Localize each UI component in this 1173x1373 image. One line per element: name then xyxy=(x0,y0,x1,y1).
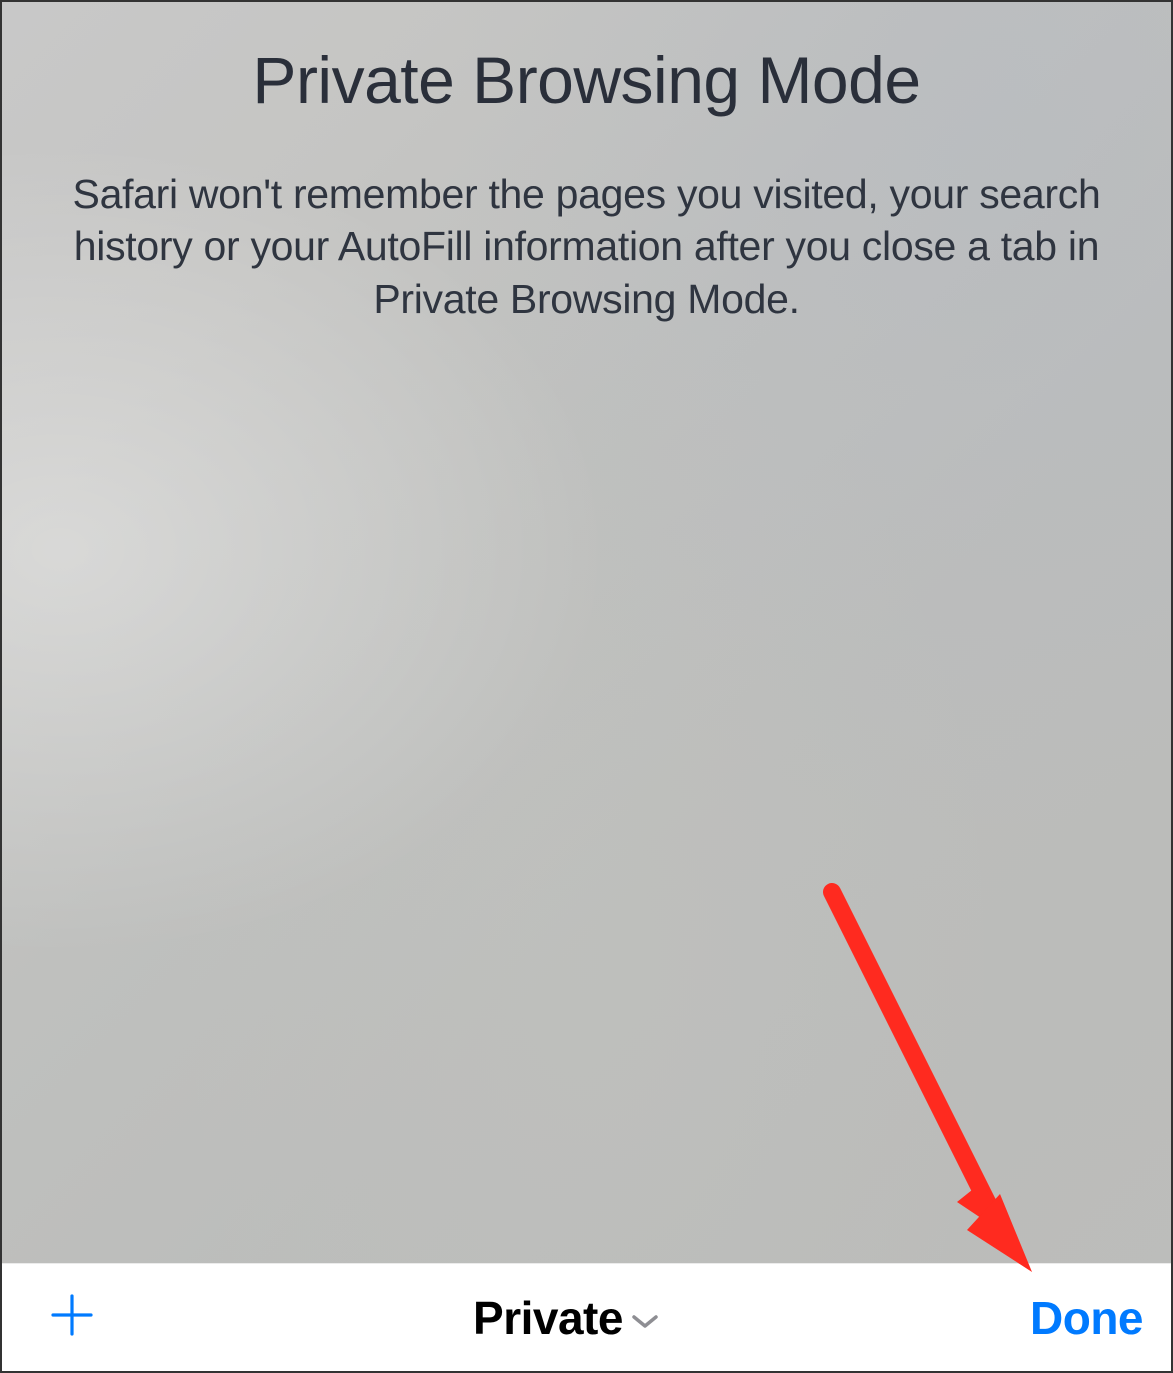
tab-group-selector[interactable]: Private xyxy=(473,1291,659,1345)
new-tab-button[interactable] xyxy=(42,1288,102,1348)
main-area: Private Browsing Mode Safari won't remem… xyxy=(2,2,1171,1263)
done-button[interactable]: Done xyxy=(1030,1291,1143,1345)
private-browsing-description: Safari won't remember the pages you visi… xyxy=(2,168,1171,325)
page-title: Private Browsing Mode xyxy=(2,42,1171,118)
tab-group-label: Private xyxy=(473,1291,623,1345)
bottom-toolbar: Private Done xyxy=(2,1263,1171,1371)
content-container: Private Browsing Mode Safari won't remem… xyxy=(2,2,1171,1371)
chevron-down-icon xyxy=(631,1306,659,1330)
plus-icon xyxy=(49,1292,95,1343)
